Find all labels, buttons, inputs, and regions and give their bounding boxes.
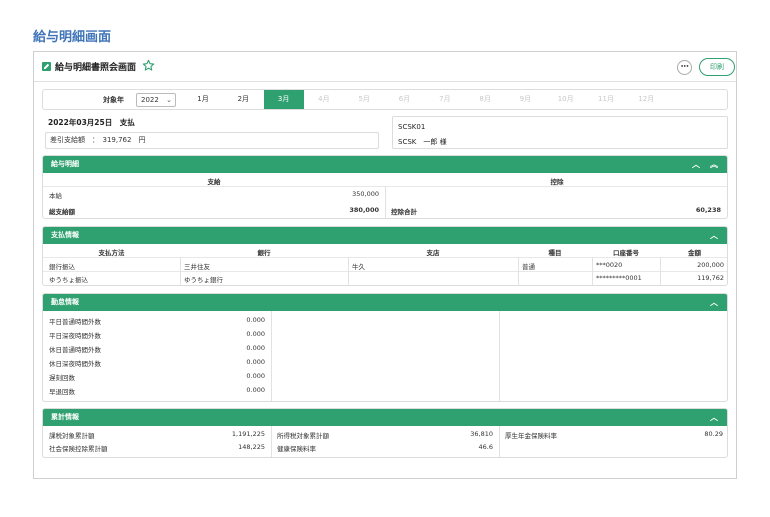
page-title: 給与明細画面 [33, 30, 112, 45]
payment-section-title: 支払情報 [51, 231, 79, 239]
cumulative-value: 148,225 [238, 443, 265, 451]
salary-section: 給与明細 ︿ ︽ 支給 控除 本給 350,000 総支給額 380,000 控… [42, 155, 728, 219]
year-select[interactable]: 2022 ⌄ [136, 93, 176, 107]
collapse-icon[interactable]: ︿ [707, 294, 721, 311]
salary-item-value: 350,000 [352, 190, 379, 198]
window-title: 給与明細書照会画面 [55, 63, 137, 73]
salary-section-header: 給与明細 ︿ ︽ [43, 156, 727, 173]
cumulative-label: 厚生年金保険料率 [505, 432, 557, 440]
attendance-section-title: 勤怠情報 [51, 298, 79, 306]
month-tab: 12月 [638, 95, 655, 103]
cumulative-value: 1,191,225 [231, 430, 265, 438]
payment-cell: 三井住友 [184, 263, 210, 271]
month-tab: 9月 [519, 95, 532, 103]
deduct-column-header: 控除 [550, 178, 564, 186]
month-tab[interactable]: 2月 [223, 90, 263, 109]
cumulative-label: 所得税対象累計額 [277, 432, 329, 440]
edit-icon [42, 62, 51, 71]
payday-text: 2022年03月25日 支払 [48, 118, 135, 127]
net-pay-text: 差引支給額 ： 319,762 円 [50, 136, 146, 144]
col-header-method: 支払方法 [98, 249, 125, 257]
month-tab[interactable]: 1月 [183, 90, 223, 109]
payment-cell: 牛久 [352, 263, 365, 271]
employee-code: SCSK01 [398, 123, 426, 131]
total-deduct-value: 60,238 [695, 206, 721, 214]
cumulative-section-header: 累計情報 ︿ [43, 409, 727, 426]
col-header-account: 口座番号 [613, 249, 639, 257]
chevron-down-icon: ⌄ [166, 96, 172, 104]
total-pay-label: 総支給額 [49, 208, 75, 216]
favorite-star-icon[interactable] [142, 59, 155, 72]
payment-section-header: 支払情報 ︿ [43, 227, 727, 244]
payslip-window: 給与明細書照会画面 ••• 印刷 対象年 2022 ⌄ 1月 2月 3月 4月 5月 6月… [33, 51, 737, 479]
net-pay-box: 差引支給額 ： 319,762 円 [45, 132, 379, 149]
attendance-label: 休日深夜時間外数 [49, 360, 101, 368]
collapse-icon[interactable]: ︿ [707, 227, 721, 244]
employee-name: SCSK 一郎 様 [398, 138, 447, 146]
payment-cell: 119,762 [697, 274, 724, 282]
cumulative-label: 課税対象累計額 [49, 432, 95, 440]
col-header-type: 種目 [548, 249, 562, 257]
collapse-all-icon[interactable]: ︽ [707, 156, 721, 173]
attendance-label: 平日普通時間外数 [49, 318, 101, 326]
month-tab: 6月 [398, 95, 411, 103]
cumulative-value: 36,810 [470, 430, 493, 438]
attendance-label: 遅刻回数 [49, 374, 75, 382]
month-tab: 4月 [318, 95, 330, 103]
year-label: 対象年 [103, 96, 124, 104]
payment-cell: *********0001 [596, 274, 642, 282]
collapse-icon[interactable]: ︿ [689, 156, 703, 173]
month-tab: 5月 [358, 95, 370, 103]
col-header-amount: 金額 [688, 249, 701, 257]
collapse-icon[interactable]: ︿ [707, 409, 721, 426]
attendance-label: 休日普通時間外数 [49, 346, 101, 354]
col-header-branch: 支店 [426, 249, 440, 257]
month-tab: 11月 [598, 95, 614, 103]
attendance-label: 平日深夜時間外数 [49, 332, 101, 340]
attendance-value: 0.000 [246, 372, 265, 380]
year-value: 2022 [141, 96, 159, 104]
print-button[interactable]: 印刷 [699, 58, 735, 76]
col-header-bank: 銀行 [257, 249, 271, 257]
month-tab: 8月 [479, 95, 491, 103]
cumulative-label: 社会保険控除累計額 [49, 445, 108, 453]
attendance-section: 勤怠情報 ︿ 平日普通時間外数 0.000 平日深夜時間外数 0.000 休日普通時間外… [42, 293, 728, 402]
payment-cell: 普通 [522, 263, 535, 271]
cumulative-label: 健康保険料率 [277, 445, 316, 453]
payment-cell: ゆうちょ銀行 [184, 276, 223, 284]
total-deduct-label: 控除合計 [391, 208, 417, 216]
attendance-value: 0.000 [246, 386, 265, 394]
payment-cell: ***0020 [596, 261, 623, 269]
attendance-value: 0.000 [246, 358, 265, 366]
cumulative-value: 80.29 [704, 430, 723, 438]
employee-box: SCSK01 SCSK 一郎 様 [392, 116, 728, 149]
cumulative-value: 46.6 [478, 443, 493, 451]
month-tab: 10月 [557, 95, 574, 103]
month-tab: 7月 [439, 95, 451, 103]
payment-cell: 200,000 [697, 261, 724, 269]
month-selector: 対象年 2022 ⌄ 1月 2月 3月 4月 5月 6月 7月 8月 9月 10月 11月 12月 [42, 89, 728, 110]
month-tab[interactable]: 3月 [263, 90, 304, 109]
attendance-label: 早退回数 [49, 388, 75, 396]
salary-item-label: 本給 [49, 192, 62, 200]
attendance-value: 0.000 [246, 316, 265, 324]
pay-column-header: 支給 [207, 178, 221, 186]
payment-cell: ゆうちょ振込 [49, 276, 88, 284]
payment-cell: 銀行振込 [49, 263, 75, 271]
cumulative-section: 累計情報 ︿ 課税対象累計額 1,191,225 所得税対象累計額 36,810 厚生年… [42, 408, 728, 458]
cumulative-section-title: 累計情報 [51, 413, 79, 421]
attendance-value: 0.000 [246, 330, 265, 338]
more-options-button[interactable]: ••• [677, 60, 692, 75]
total-pay-value: 380,000 [349, 206, 379, 214]
payment-section: 支払情報 ︿ 支払方法 銀行 支店 種目 口座番号 金額 銀行振込 三井住友 牛… [42, 226, 728, 286]
salary-section-title: 給与明細 [51, 160, 79, 168]
attendance-section-header: 勤怠情報 ︿ [43, 294, 727, 311]
attendance-value: 0.000 [246, 344, 265, 352]
window-header: 給与明細書照会画面 ••• 印刷 [34, 52, 736, 82]
